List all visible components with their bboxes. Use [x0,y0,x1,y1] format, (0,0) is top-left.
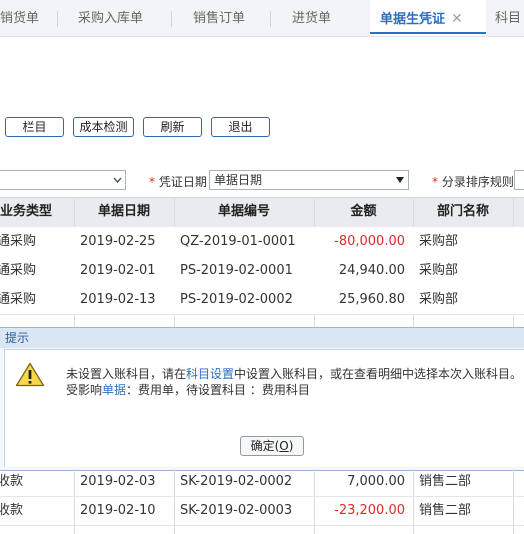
voucher-date-select[interactable]: 单据日期 [209,170,409,190]
ok-label: 确定( [250,439,280,453]
cell-number: SK-2019-02-0002 [180,474,293,489]
table-row[interactable]: 通采购 2019-02-01 PS-2019-02-0001 24,940.00… [0,256,524,286]
cell-number: QZ-2019-01-0001 [180,234,296,249]
table-row[interactable]: 收款 2019-02-10 SK-2019-02-0003 -23,200.00… [0,496,524,526]
cell-amount: -23,200.00 [334,503,405,518]
sort-rule-label: * 分录排序规则 [432,173,514,190]
dialog-title: 提示 [0,328,524,348]
column-header-date[interactable]: 单据日期 [76,198,172,227]
tab-bar: 销货单 采购入库单 销售订单 进货单 单据生凭证 ✕ 科目 [0,0,524,37]
table-header: 业务类型 单据日期 单据编号 金额 部门名称 [0,197,524,228]
columns-button[interactable]: 栏目 [5,117,64,137]
message-text: 受影响 [66,383,103,397]
cell-type: 收款 [0,474,24,489]
close-icon[interactable]: ✕ [451,11,463,27]
required-mark: * [149,175,155,189]
cell-amount: 24,940.00 [338,263,405,278]
message-text: ：费用单，待设置科目 ：费用科目 [126,383,310,397]
cell-date: 2019-02-03 [80,474,156,489]
ok-label-close: ) [288,439,294,453]
exit-button[interactable]: 退出 [211,117,270,137]
cell-amount: -80,000.00 [334,234,405,249]
tab-purchase-slip[interactable]: 进货单 [292,0,331,36]
column-header-number[interactable]: 单据编号 [174,198,314,227]
column-header-type[interactable]: 业务类型 [0,198,76,227]
tab-voucher-generation[interactable]: 单据生凭证 ✕ [370,0,486,36]
ok-button[interactable]: 确定(O) [240,436,304,456]
cell-dept: 销售二部 [419,474,472,489]
documents-link[interactable]: 单据 [102,383,126,397]
voucher-date-label: * 凭证日期 [149,173,207,190]
cell-number: PS-2019-02-0002 [180,292,293,307]
warning-icon [15,362,45,387]
cell-date: 2019-02-01 [80,263,156,278]
chevron-down-icon [113,177,122,184]
active-tab-indicator [370,32,486,34]
cell-type: 通采购 [0,292,37,307]
table-row[interactable]: 收款 2019-02-03 SK-2019-02-0002 7,000.00 销… [0,467,524,497]
cell-date: 2019-02-13 [80,292,156,307]
cell-dept: 采购部 [419,292,459,307]
cell-date: 2019-02-10 [80,503,156,518]
required-mark: * [432,175,438,189]
tab-divider [57,11,58,27]
cell-dept: 采购部 [419,234,459,249]
voucher-date-label-text: 凭证日期 [158,175,207,189]
tab-accounts[interactable]: 科目 [495,0,521,36]
cell-dept: 销售二部 [419,503,472,518]
cell-type: 收款 [0,503,24,518]
dialog-message-line2: 受影响单据：费用单，待设置科目 ：费用科目 [66,381,310,398]
cell-dept: 采购部 [419,263,459,278]
message-text: 中设置入账科目，或在查看明细中选择本次入账科目。 [234,367,523,381]
tab-voucher-generation-label: 单据生凭证 [380,12,446,27]
cell-amount: 25,960.80 [338,292,405,307]
cell-type: 通采购 [0,263,37,278]
cost-check-button[interactable]: 成本检测 [73,117,134,137]
tab-divider [171,11,172,27]
dropdown-triangle-icon [396,177,404,183]
cell-date: 2019-02-25 [80,234,156,249]
dialog-message-line1: 未设置入账科目，请在科目设置中设置入账科目，或在查看明细中选择本次入账科目。 [66,365,522,382]
cell-number: PS-2019-02-0001 [180,263,293,278]
tab-purchase-inbound[interactable]: 采购入库单 [78,0,143,36]
sort-rule-label-text: 分录排序规则 [441,175,514,189]
cell-type: 通采购 [0,234,37,249]
tab-divider [270,11,271,27]
message-text: 未设置入账科目，请在 [66,367,187,381]
refresh-button[interactable]: 刷新 [143,117,202,137]
voucher-date-value: 单据日期 [214,173,263,187]
cell-amount: 7,000.00 [347,474,405,489]
cell-number: SK-2019-02-0003 [180,503,293,518]
tab-sales-order[interactable]: 销售订单 [193,0,245,36]
business-type-select[interactable] [0,170,126,190]
column-header-dept[interactable]: 部门名称 [413,198,513,227]
sort-rule-select[interactable] [514,170,524,190]
column-header-amount[interactable]: 金额 [314,198,413,227]
tab-sales-slip[interactable]: 销货单 [0,0,39,36]
table-row[interactable]: 通采购 2019-02-25 QZ-2019-01-0001 -80,000.0… [0,227,524,257]
table-row[interactable]: 通采购 2019-02-13 PS-2019-02-0002 25,960.80… [0,285,524,315]
account-settings-link[interactable]: 科目设置 [186,367,234,381]
ok-hotkey: O [279,439,289,453]
